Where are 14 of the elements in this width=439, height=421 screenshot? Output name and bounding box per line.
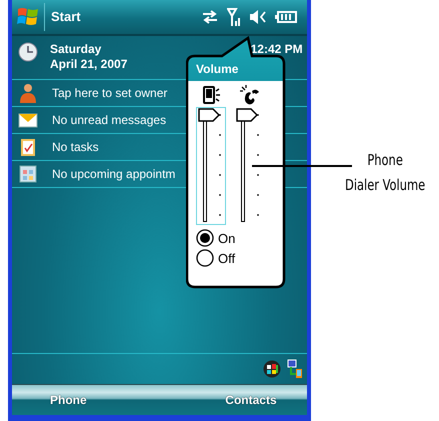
callout-label: Phone Dialer Volume [344, 150, 425, 196]
softkey[interactable]: Phone [50, 393, 87, 407]
date-text: April 21, 2007 [50, 57, 128, 72]
day-text: Saturday [50, 42, 102, 57]
today-item[interactable]: No tasks [52, 140, 99, 154]
radio-option[interactable]: On [196, 229, 286, 247]
start-menu[interactable]: Start [44, 3, 81, 31]
softkey[interactable]: Contacts [225, 393, 277, 407]
today-item[interactable]: No upcoming appointm [52, 167, 176, 181]
today-item[interactable]: Tap here to set owner [52, 86, 168, 100]
popup-title: Volume [196, 61, 238, 78]
radio-option[interactable]: Off [196, 249, 286, 267]
today-item[interactable]: No unread messages [52, 113, 166, 127]
clock-time: 12:42 PM [250, 42, 303, 56]
